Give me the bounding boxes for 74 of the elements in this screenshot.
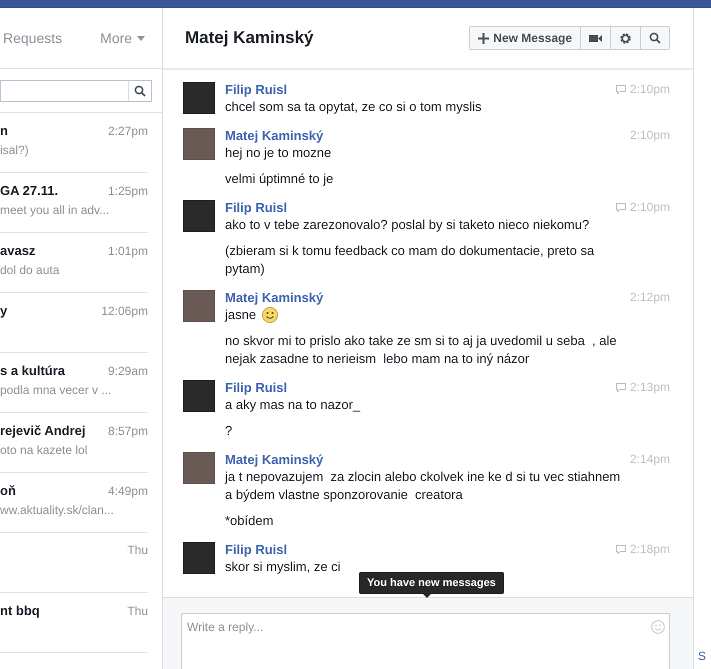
avatar-photo [183, 452, 215, 484]
conversation-name[interactable]: n [0, 123, 8, 138]
sender-name[interactable]: Matej Kaminský [225, 290, 324, 304]
message-time: 2:13pm [630, 380, 670, 394]
chat-bubble-icon [616, 84, 626, 94]
search-icon [649, 32, 661, 44]
message-text: velmi úptimné to je [225, 170, 334, 188]
chat-bubble-icon [616, 544, 626, 554]
sender-name[interactable]: Filip Ruisl [225, 542, 288, 556]
search-icon [134, 85, 146, 97]
more-tab[interactable]: More [100, 30, 146, 46]
message-time: 2:10pm [630, 128, 670, 142]
conversation-snippet: oto na kazete lol [0, 442, 88, 459]
plus-icon [478, 32, 490, 44]
conversation-snippet: dol do auta [0, 262, 60, 279]
conversation-time: 8:57pm [108, 424, 148, 438]
conversation-time: 1:01pm [108, 244, 148, 258]
message-text: chcel som sa ta opytat, ze co si o tom myslis [225, 98, 482, 116]
sidebar-tab[interactable]: Requests [3, 30, 62, 46]
message-text: jasne [225, 306, 256, 324]
conversation-name[interactable]: s a kultúra [0, 363, 66, 378]
message-text: *obídem [225, 512, 274, 530]
sender-name[interactable]: Filip Ruisl [225, 82, 288, 96]
video-camera-icon [589, 34, 602, 42]
message-time: 2:10pm [630, 82, 670, 96]
message-time: 2:18pm [630, 542, 670, 556]
conversation-name[interactable]: oň [0, 483, 16, 498]
message-text: skor si myslim, ze ci [225, 558, 342, 576]
avatar-photo [183, 380, 215, 412]
message-text: ja t nepovazujem za zlocin alebo ckolvek ine ke d si tu vec stiahnem a býdem vlastne sponzorovanie creatora [225, 468, 622, 504]
chat-bubble-icon [616, 202, 626, 212]
conversation-time: 9:29am [108, 364, 148, 378]
avatar-photo [183, 128, 215, 160]
chat-bubble-icon [616, 382, 626, 392]
message-text: (zbieram si k tomu feedback co mam do dokumentacie, preto sa pytam) [225, 242, 596, 278]
message-time: 2:12pm [630, 290, 670, 304]
conversation-title: Matej Kaminský [185, 28, 314, 48]
conversation-snippet: isal?) [0, 142, 30, 159]
reply-field[interactable]: Write a reply... [181, 613, 670, 669]
conversation-snippet: podla mna vecer v ... [0, 382, 112, 399]
caret-icon [137, 36, 146, 40]
smiley-icon [262, 307, 278, 323]
conversation-name[interactable]: y [0, 303, 8, 318]
conversation-time: Thu [127, 604, 148, 618]
sender-name[interactable]: Filip Ruisl [225, 200, 288, 214]
message-text: ? [225, 422, 234, 440]
conversation-name[interactable]: rejevič Andrej [0, 423, 86, 438]
message-text: a aky mas na to nazor_ [225, 396, 362, 414]
gear-icon [619, 32, 632, 44]
conversation-name[interactable]: avasz [0, 243, 36, 258]
message-text: ako to v tebe zarezonovalo? poslal by si taketo nieco niekomu? [225, 216, 590, 234]
conversation-time: Thu [127, 543, 148, 557]
conversation-snippet: meet you all in adv... [0, 202, 110, 219]
sender-name[interactable]: Matej Kaminský [225, 128, 324, 142]
message-text: hej no je to mozne [225, 144, 332, 162]
avatar-photo [183, 290, 215, 322]
message-time: 2:10pm [630, 200, 670, 214]
avatar-photo [183, 82, 215, 114]
sidebar-link[interactable]: S [698, 649, 711, 663]
conversation-name[interactable]: GA 27.11. [0, 183, 58, 198]
avatar-photo [183, 542, 215, 574]
sender-name[interactable]: Matej Kaminský [225, 452, 324, 466]
conversation-time: 1:25pm [108, 184, 148, 198]
message-text: no skvor mi to prislo ako take ze sm si to aj ja uvedomil u seba , ale nejak zasadne to nerieism lebo mam na to iný názor [225, 332, 618, 368]
avatar-photo [183, 200, 215, 232]
message-time: 2:14pm [630, 452, 670, 466]
sender-name[interactable]: Filip Ruisl [225, 380, 288, 394]
conversation-time: 2:27pm [108, 124, 148, 138]
conversation-time: 12:06pm [101, 304, 148, 318]
conversation-name[interactable]: nt bbq [0, 603, 40, 618]
conversation-time: 4:49pm [108, 484, 148, 498]
search-field[interactable] [0, 80, 152, 102]
search-button[interactable] [640, 27, 669, 49]
conversation-snippet: ww.aktuality.sk/clan... [0, 502, 115, 519]
